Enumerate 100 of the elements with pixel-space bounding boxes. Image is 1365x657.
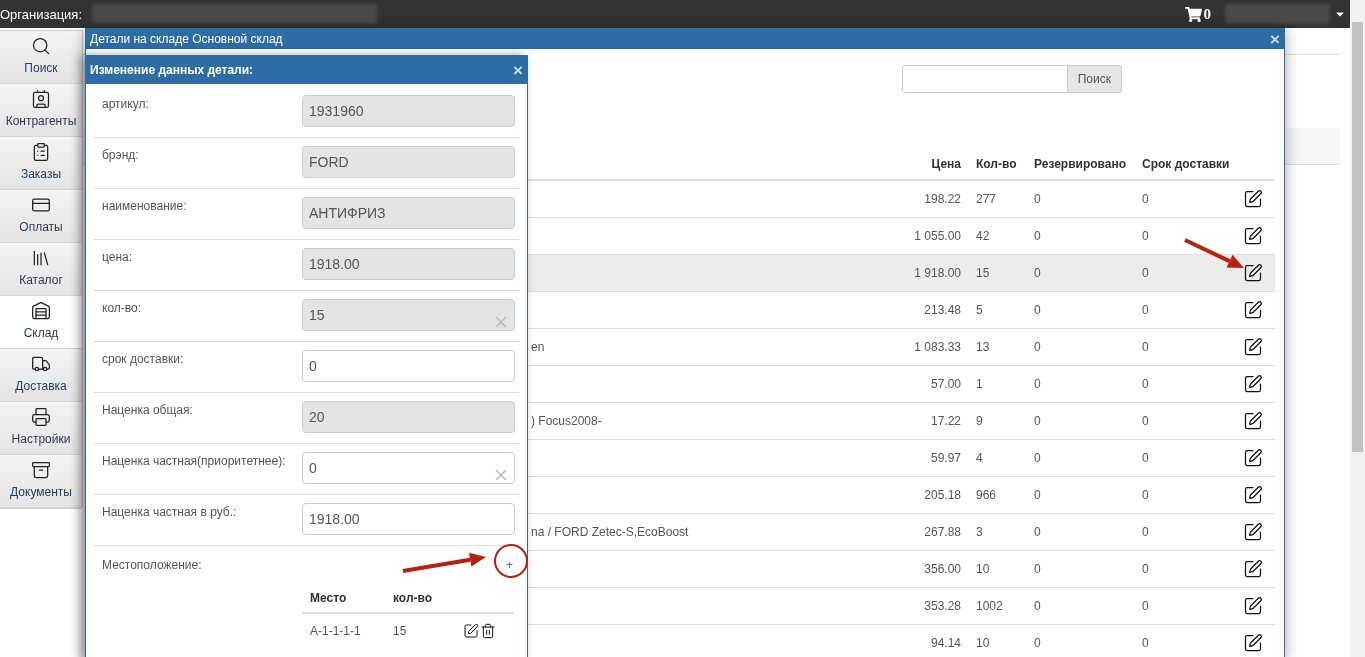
search-icon xyxy=(31,36,51,56)
annotation-circle xyxy=(494,544,528,578)
sidebar-item[interactable]: Доставка xyxy=(0,349,82,402)
table-cell-text: 267.88 xyxy=(923,525,962,539)
column-header: Кол-во xyxy=(975,157,1018,171)
table-cell-text: 0 xyxy=(1141,488,1150,502)
table-cell-text: 0 xyxy=(1141,266,1150,280)
edit-icon[interactable] xyxy=(1243,448,1263,468)
field-label: наименование: xyxy=(101,198,187,215)
table-cell-text: 1 xyxy=(975,377,984,391)
tray-icon xyxy=(31,460,51,480)
table-cell: na / FORD Zetec-S,EcoBoost xyxy=(531,525,689,539)
table-cell-text: 0 xyxy=(1141,562,1150,576)
table-cell-text: 0 xyxy=(1033,229,1042,243)
edit-icon[interactable] xyxy=(1243,633,1263,653)
table-cell-text: 0 xyxy=(1141,192,1150,206)
sidebar-item[interactable]: Каталог xyxy=(0,243,82,296)
table-cell-text: 356.00 xyxy=(923,562,962,576)
input-field[interactable]: 0 xyxy=(302,452,515,484)
field-label: Наценка общая: xyxy=(101,402,193,419)
edit-icon[interactable] xyxy=(1243,411,1263,431)
table-cell: ) Focus2008- xyxy=(531,414,602,428)
field-label: брэнд: xyxy=(101,147,139,164)
table-cell-text: 0 xyxy=(1033,636,1042,650)
table-cell-text: 0 xyxy=(1141,414,1150,428)
table-cell-text: 0 xyxy=(1141,636,1150,650)
table-cell-text: 213.48 xyxy=(923,303,962,317)
printer-icon xyxy=(31,407,51,427)
table-cell-text: 0 xyxy=(1033,266,1042,280)
input-field[interactable]: 0 xyxy=(302,350,515,382)
table-cell-text: 1 083.33 xyxy=(913,340,962,354)
scrollbar[interactable] xyxy=(1350,0,1365,657)
table-cell-text: 0 xyxy=(1033,192,1042,206)
edit-icon[interactable] xyxy=(1243,337,1263,357)
edit-icon[interactable] xyxy=(1243,300,1263,320)
table-cell-text: 0 xyxy=(1033,414,1042,428)
table-cell-text: 3 xyxy=(975,525,984,539)
trash-icon[interactable] xyxy=(480,623,496,639)
table-cell-text: 0 xyxy=(1033,303,1042,317)
add-link[interactable]: + xyxy=(506,558,513,572)
input-field[interactable]: 1918.00 xyxy=(302,503,515,535)
sidebar-item[interactable]: Оплаты xyxy=(0,190,82,243)
field-label: кол-во: xyxy=(101,300,142,317)
table-cell-text: A-1-1-1-1 xyxy=(309,624,362,638)
search-field[interactable] xyxy=(901,65,1068,93)
table-cell-text: 10 xyxy=(975,562,991,576)
sidebar-item[interactable]: Склад xyxy=(0,296,82,349)
edit-icon[interactable] xyxy=(1243,226,1263,246)
edit-icon[interactable] xyxy=(1243,485,1263,505)
close-button[interactable]: × xyxy=(513,61,523,79)
dialog-title: Детали на складе Основной склад xyxy=(90,32,283,46)
search-button[interactable]: Поиск xyxy=(1067,65,1122,93)
table-cell-text: 0 xyxy=(1033,340,1042,354)
warehouse-icon xyxy=(31,301,51,321)
column-header: Цена xyxy=(930,157,962,171)
table-cell-text: 0 xyxy=(1141,340,1150,354)
field-label: Местоположение: xyxy=(102,558,202,572)
table-cell-text: 1002 xyxy=(975,599,1004,613)
table-cell-text: 353.28 xyxy=(923,599,962,613)
annotation-arrow xyxy=(1184,238,1244,268)
table-cell-text: 0 xyxy=(1033,525,1042,539)
table-cell-text: 59.97 xyxy=(929,451,962,465)
table-cell-text: 9 xyxy=(975,414,984,428)
sidebar-item[interactable]: Контрагенты xyxy=(0,84,82,137)
table-cell-text: 5 xyxy=(975,303,984,317)
table-cell-text: 0 xyxy=(1141,525,1150,539)
contact-card-icon xyxy=(31,89,51,109)
field-label: срок доставки: xyxy=(101,351,184,368)
table-cell-text: 198.22 xyxy=(923,192,962,206)
organization-label: Организация: xyxy=(0,6,83,22)
table-cell-text: 1 918.00 xyxy=(913,266,962,280)
table-cell-text: 17.22 xyxy=(929,414,962,428)
edit-icon[interactable] xyxy=(1243,374,1263,394)
table-cell-text: 13 xyxy=(975,340,991,354)
table-cell-text: 0 xyxy=(1141,451,1150,465)
column-header: Место xyxy=(309,591,348,605)
table-cell-text: 15 xyxy=(392,624,408,638)
sidebar-item[interactable]: Настройки xyxy=(0,402,82,455)
table-cell-text: 0 xyxy=(1141,599,1150,613)
table-cell-text: 0 xyxy=(1033,451,1042,465)
table-cell-text: 0 xyxy=(1141,303,1150,317)
sidebar-item[interactable]: Документы xyxy=(0,455,82,508)
table-cell: en xyxy=(531,340,545,354)
table-cell-text: 0 xyxy=(1033,488,1042,502)
edit-icon[interactable] xyxy=(1243,263,1263,283)
edit-icon[interactable] xyxy=(1243,596,1263,616)
close-button[interactable]: × xyxy=(1270,30,1280,48)
sidebar-item[interactable]: Заказы xyxy=(0,137,82,190)
edit-icon[interactable] xyxy=(1243,522,1263,542)
table-cell-text: 966 xyxy=(975,488,998,502)
table-cell-text: 94.14 xyxy=(929,636,962,650)
table-cell-text: 42 xyxy=(975,229,991,243)
table-cell-text: 4 xyxy=(975,451,984,465)
edit-icon[interactable] xyxy=(463,623,479,639)
field-label: артикул: xyxy=(101,96,149,113)
sidebar-item[interactable]: Поиск xyxy=(0,31,82,84)
table-cell-text: 0 xyxy=(1033,599,1042,613)
edit-icon[interactable] xyxy=(1243,189,1263,209)
clipboard-list-icon xyxy=(31,142,51,162)
edit-icon[interactable] xyxy=(1243,559,1263,579)
